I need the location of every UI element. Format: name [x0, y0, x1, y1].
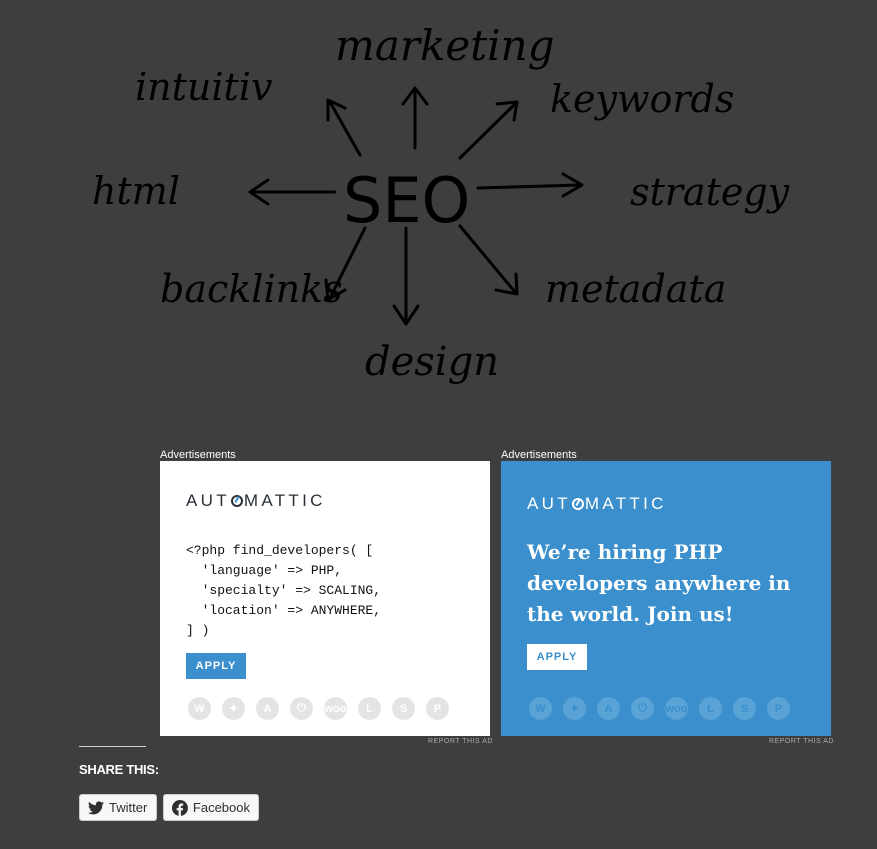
ad-brand-icons: W ✦ A ⏻ woo L S P	[529, 697, 790, 720]
mindmap-word-keywords: keywords	[550, 77, 734, 121]
apply-button[interactable]: APPLY	[527, 644, 587, 670]
ad-brand-icons: W ✦ A ⏻ woo L S P	[188, 697, 449, 720]
facebook-icon	[172, 799, 188, 816]
wordpress-icon: W	[188, 697, 211, 720]
arrow-right	[476, 172, 584, 198]
jetpack-icon: ✦	[222, 697, 245, 720]
longreads-icon: L	[699, 697, 722, 720]
woocommerce-icon: woo	[665, 697, 688, 720]
akismet-icon: A	[256, 697, 279, 720]
report-ad-link-left[interactable]: REPORT THIS AD	[428, 738, 493, 745]
automattic-logo: AUT MATTIC	[527, 494, 667, 513]
arrow-downright	[458, 224, 519, 296]
woocommerce-icon: woo	[324, 697, 347, 720]
automattic-logo: AUT MATTIC	[186, 491, 326, 510]
ad-automattic-code[interactable]: AUT MATTIC <?php find_developers( [ 'lang…	[160, 461, 490, 736]
mindmap-word-intuitive: intuitiv	[135, 65, 273, 109]
apply-button[interactable]: APPLY	[186, 653, 246, 679]
share-twitter-button[interactable]: Twitter	[79, 794, 157, 821]
share-twitter-label: Twitter	[109, 800, 148, 815]
jetpack-icon: ✦	[563, 697, 586, 720]
pocketcasts-icon: P	[426, 697, 449, 720]
mindmap-word-html: html	[92, 169, 180, 213]
report-ad-link-right[interactable]: REPORT THIS AD	[769, 738, 834, 745]
ad-automattic-hiring[interactable]: AUT MATTIC We’re hiring PHP developers an…	[501, 461, 831, 736]
automattic-o-icon	[571, 498, 584, 510]
power-icon: ⏻	[631, 697, 654, 720]
twitter-icon	[88, 800, 104, 814]
akismet-icon: A	[597, 697, 620, 720]
share-facebook-label: Facebook	[192, 800, 250, 815]
arrow-up	[401, 86, 429, 150]
pocketcasts-icon: P	[767, 697, 790, 720]
mindmap-word-backlinks: backlinks	[160, 267, 343, 311]
wordpress-icon: W	[529, 697, 552, 720]
share-divider	[79, 746, 146, 747]
share-heading: SHARE THIS:	[79, 762, 159, 777]
arrow-down	[392, 226, 420, 326]
ad-label-left: Advertisements	[160, 449, 236, 461]
seo-mindmap-image: SEO marketing intuitiv keywords html str…	[92, 21, 790, 385]
simplenote-icon: S	[733, 697, 756, 720]
arrow-upright	[458, 100, 519, 160]
mindmap-word-design: design	[365, 339, 499, 385]
simplenote-icon: S	[392, 697, 415, 720]
mindmap-word-metadata: metadata	[545, 267, 726, 311]
arrow-left	[248, 178, 337, 206]
mindmap-word-marketing: marketing	[335, 21, 555, 70]
mindmap-word-strategy: strategy	[630, 170, 790, 214]
power-icon: ⏻	[290, 697, 313, 720]
automattic-o-icon	[230, 495, 243, 507]
arrow-upleft	[326, 98, 362, 157]
ad-label-right: Advertisements	[501, 449, 577, 461]
ad-headline: We’re hiring PHP developers anywhere in …	[527, 540, 791, 626]
longreads-icon: L	[358, 697, 381, 720]
mindmap-center-seo: SEO	[343, 164, 470, 237]
share-facebook-button[interactable]: Facebook	[163, 794, 259, 821]
ad-code-snippet: <?php find_developers( [ 'language' => P…	[186, 543, 382, 638]
